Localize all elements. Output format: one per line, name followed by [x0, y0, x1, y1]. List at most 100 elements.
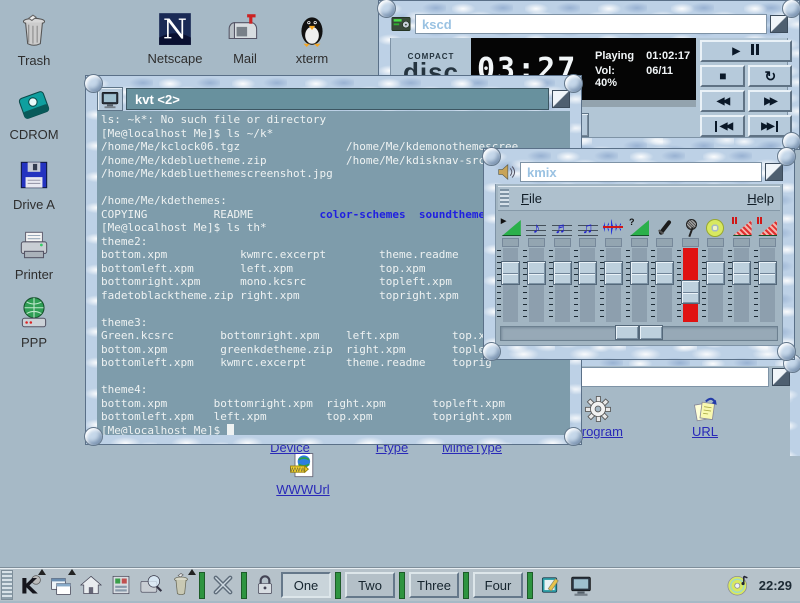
- channel-icon-cell[interactable]: ▶: [498, 213, 524, 237]
- recycle-button[interactable]: [168, 572, 194, 598]
- channel-icon-cell[interactable]: ♫: [575, 213, 601, 237]
- volume-slider-track[interactable]: [760, 248, 775, 322]
- fast-forward-button[interactable]: ▶▶: [748, 90, 793, 112]
- scrollbar-handle[interactable]: [615, 325, 663, 340]
- volume-slider-track[interactable]: [503, 248, 518, 322]
- menubar-grip[interactable]: [500, 189, 509, 207]
- window-corner-knob[interactable]: [564, 427, 583, 446]
- channel-mute-box[interactable]: [682, 238, 699, 247]
- k-menu-button[interactable]: K: [18, 572, 44, 598]
- channel-mute-box[interactable]: [759, 238, 776, 247]
- channel-mute-box[interactable]: [656, 238, 673, 247]
- volume-slider-handle[interactable]: [604, 261, 623, 285]
- channel-mute-box[interactable]: [579, 238, 596, 247]
- panel-collapse-handle[interactable]: [1, 570, 13, 600]
- volume-slider-track[interactable]: [734, 248, 749, 322]
- channel-icon-cell[interactable]: ♬: [549, 213, 575, 237]
- window-corner-knob[interactable]: [777, 147, 796, 166]
- terminal-icon[interactable]: [97, 87, 123, 111]
- channel-icon-cell[interactable]: [703, 213, 729, 237]
- rewind-button[interactable]: ◀◀: [700, 90, 745, 112]
- desktop-icon-printer[interactable]: Printer: [2, 226, 66, 282]
- play-pause-button[interactable]: ▶: [700, 40, 792, 62]
- volume-slider-handle[interactable]: [655, 261, 674, 285]
- menu-file[interactable]: File: [515, 191, 548, 206]
- prev-track-button[interactable]: ◀◀: [700, 115, 745, 137]
- desktop-icon-ppp[interactable]: PPP: [2, 294, 66, 350]
- channel-mute-box[interactable]: [605, 238, 622, 247]
- volume-slider-handle[interactable]: [527, 261, 546, 285]
- volume-slider-handle[interactable]: [706, 261, 725, 285]
- volume-slider-track[interactable]: [683, 248, 698, 322]
- channel-icon-cell[interactable]: [601, 213, 627, 237]
- control-panel-button[interactable]: [108, 572, 134, 598]
- channel-icon-cell[interactable]: [754, 213, 780, 237]
- channel-mute-box[interactable]: [502, 238, 519, 247]
- channel-icon-cell[interactable]: ?: [626, 213, 652, 237]
- window-corner-knob[interactable]: [84, 427, 103, 446]
- desktop-pager-two[interactable]: Two: [345, 572, 395, 598]
- disk-search-button[interactable]: [138, 572, 164, 598]
- close-x-button[interactable]: [210, 572, 236, 598]
- desktop-icon-cdrom[interactable]: CDROM: [2, 86, 66, 142]
- volume-slider-track[interactable]: [580, 248, 595, 322]
- kfm-icon-wwwurl[interactable]: WWWWWWUrl: [268, 450, 338, 497]
- menu-help[interactable]: Help: [741, 191, 780, 206]
- desktop-pager-four[interactable]: Four: [473, 572, 523, 598]
- volume-slider-handle[interactable]: [578, 261, 597, 285]
- channel-mute-box[interactable]: [528, 238, 545, 247]
- channel-mute-box[interactable]: [554, 238, 571, 247]
- maximize-button[interactable]: [765, 163, 783, 181]
- window-corner-knob[interactable]: [564, 74, 583, 93]
- lock-button[interactable]: [252, 572, 278, 598]
- desktop-icon-netscape[interactable]: NNetscape: [143, 10, 207, 66]
- desktop-icon-trash[interactable]: Trash: [2, 12, 66, 68]
- volume-slider-handle[interactable]: [681, 280, 700, 304]
- kscd-titlebar[interactable]: kscd: [390, 12, 788, 36]
- window-corner-knob[interactable]: [482, 342, 501, 361]
- notes-button[interactable]: [538, 572, 564, 598]
- volume-slider-track[interactable]: [632, 248, 647, 322]
- channel-mute-box[interactable]: [733, 238, 750, 247]
- window-corner-knob[interactable]: [84, 74, 103, 93]
- kfm-titlebar[interactable]: [556, 366, 790, 388]
- volume-slider-handle[interactable]: [501, 261, 520, 285]
- desktop-icon-xterm[interactable]: xterm: [280, 10, 344, 66]
- volume-slider-handle[interactable]: [630, 261, 649, 285]
- volume-slider-track[interactable]: [606, 248, 621, 322]
- stop-button[interactable]: ■: [700, 65, 745, 87]
- maximize-button[interactable]: [552, 90, 570, 108]
- channel-mute-box[interactable]: [631, 238, 648, 247]
- cd-player-button[interactable]: [725, 572, 751, 598]
- volume-slider-track[interactable]: [529, 248, 544, 322]
- window-list-button[interactable]: [48, 572, 74, 598]
- channel-icon-cell[interactable]: [652, 213, 678, 237]
- maximize-button[interactable]: [770, 15, 788, 33]
- window-corner-knob[interactable]: [482, 147, 501, 166]
- loop-button[interactable]: ↻: [748, 65, 793, 87]
- volume-slider-track[interactable]: [555, 248, 570, 322]
- kfm-icon-url[interactable]: URL: [670, 394, 740, 439]
- desktop-icon-mail[interactable]: Mail: [213, 10, 277, 66]
- channel-icon-cell[interactable]: [729, 213, 755, 237]
- desktop-icon-label: Netscape: [143, 51, 207, 66]
- desktop-pager-three[interactable]: Three: [409, 572, 459, 598]
- terminal-button[interactable]: [568, 572, 594, 598]
- kmix-titlebar[interactable]: kmix: [495, 160, 783, 184]
- channel-mute-box[interactable]: [707, 238, 724, 247]
- kvt-titlebar[interactable]: kvt <2>: [97, 87, 570, 111]
- volume-slider-handle[interactable]: [758, 261, 777, 285]
- desktop-icon-drive-a[interactable]: Drive A: [2, 156, 66, 212]
- channel-icon-cell[interactable]: ♪: [524, 213, 550, 237]
- window-corner-knob[interactable]: [782, 0, 800, 18]
- home-button[interactable]: [78, 572, 104, 598]
- kfm-icon-label: WWWUrl: [276, 482, 329, 497]
- kmix-horizontal-scrollbar[interactable]: [500, 326, 778, 341]
- volume-slider-handle[interactable]: [553, 261, 572, 285]
- window-corner-knob[interactable]: [777, 342, 796, 361]
- volume-slider-track[interactable]: [657, 248, 672, 322]
- volume-slider-track[interactable]: [708, 248, 723, 322]
- desktop-pager-one[interactable]: One: [281, 572, 331, 598]
- volume-slider-handle[interactable]: [732, 261, 751, 285]
- channel-icon-cell[interactable]: [677, 213, 703, 237]
